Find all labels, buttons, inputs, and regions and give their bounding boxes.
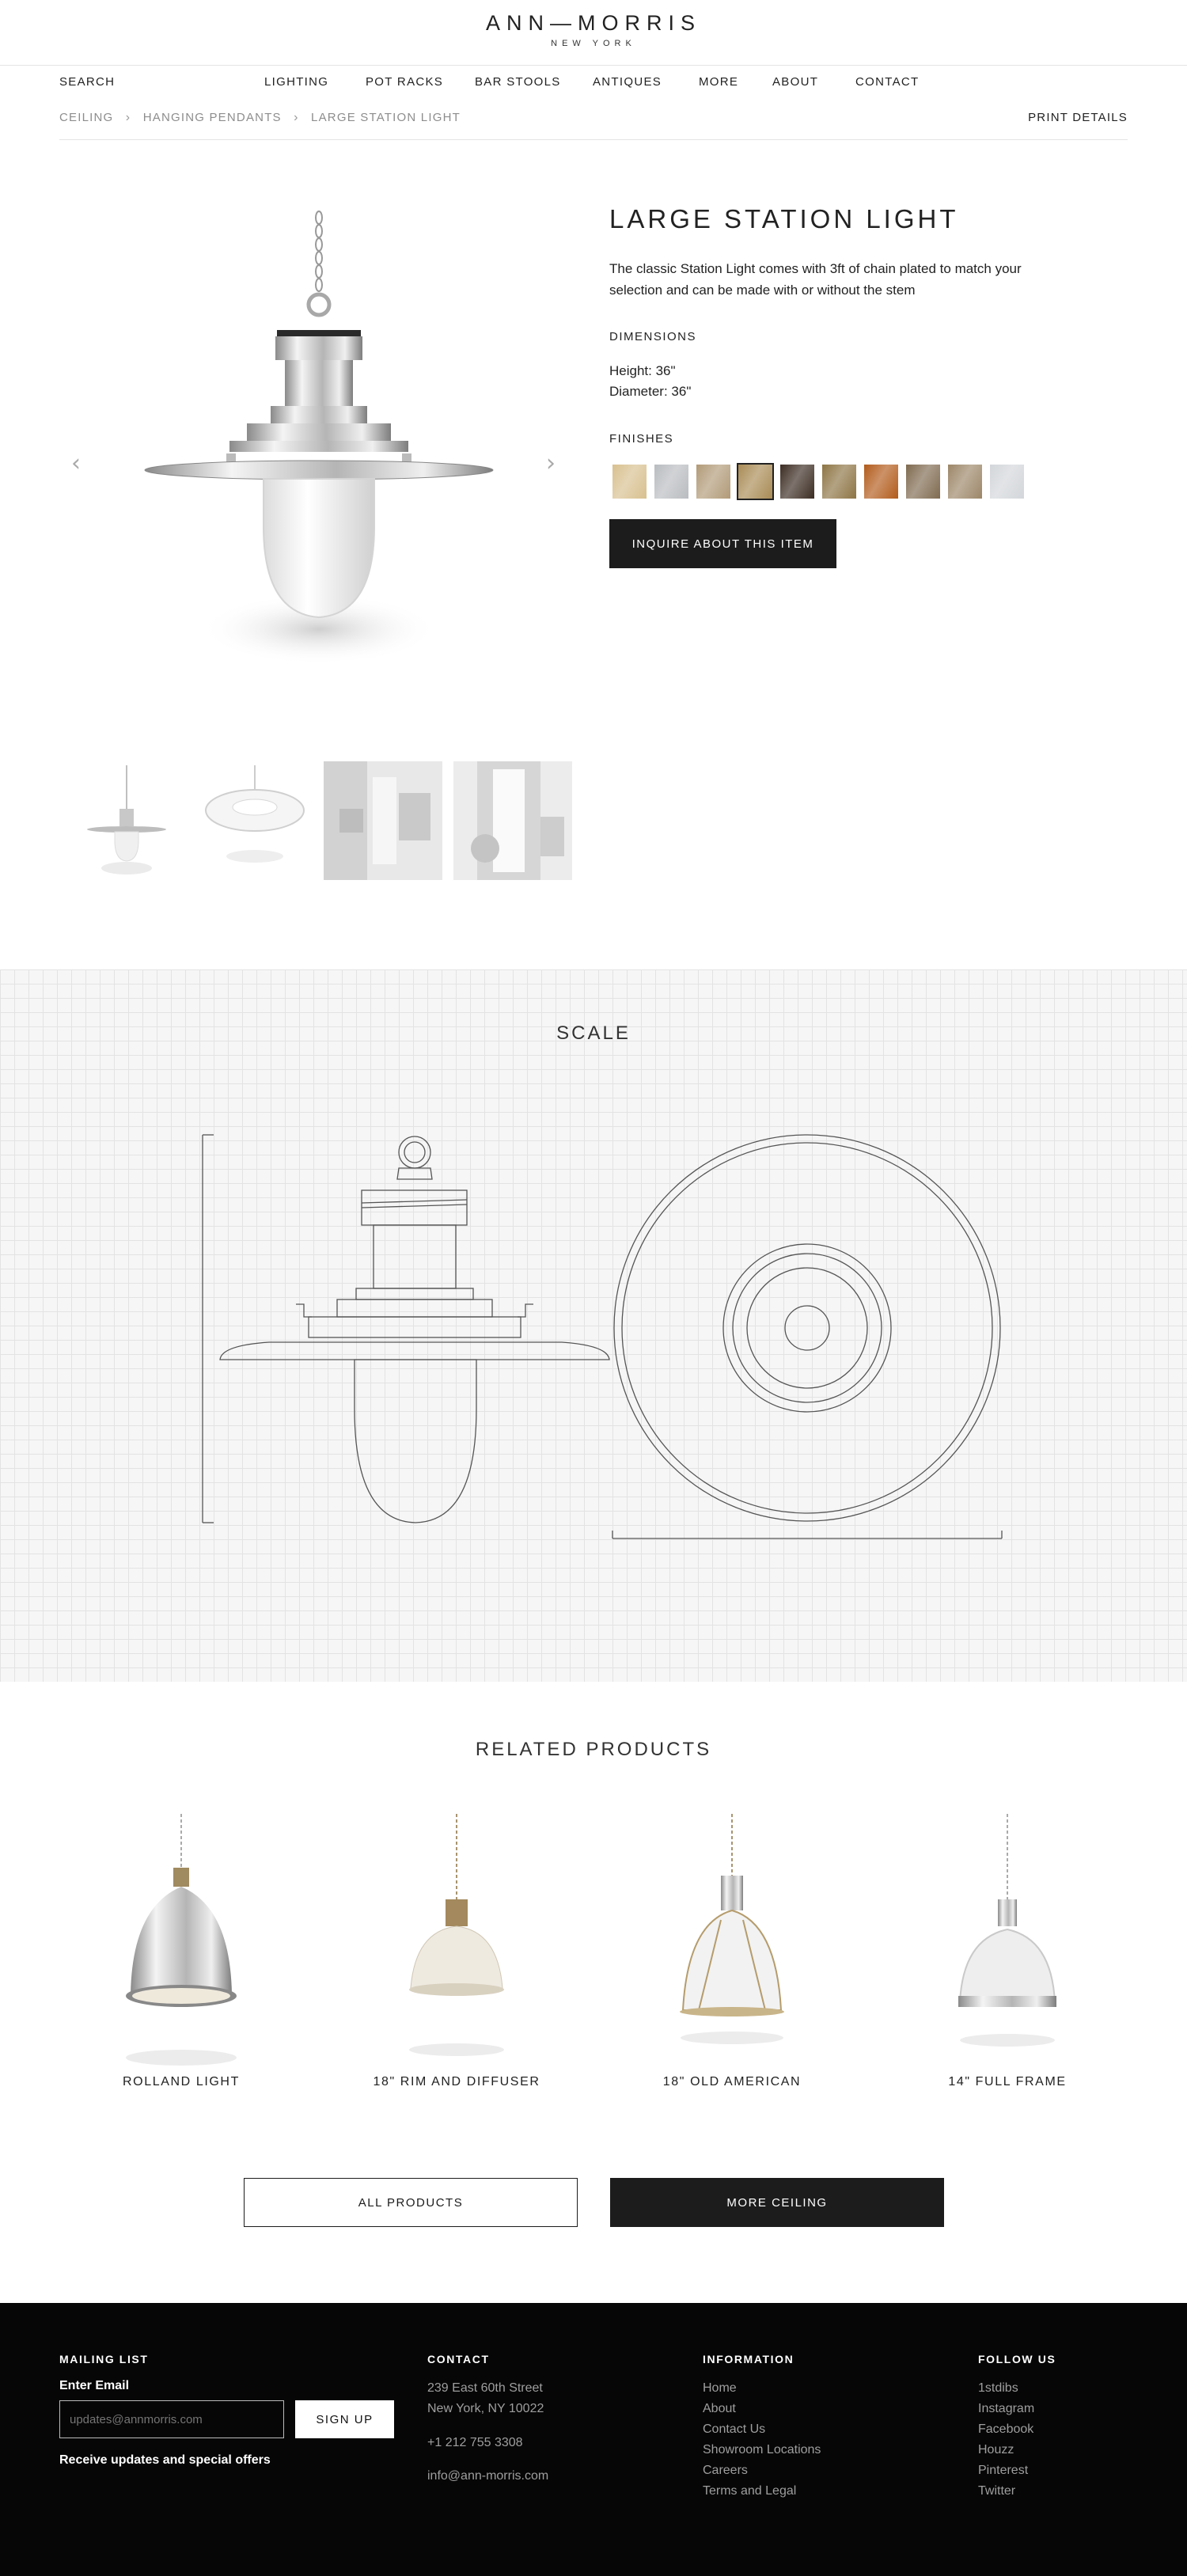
social-link-facebook[interactable]: Facebook bbox=[978, 2419, 1033, 2440]
related-product-image-3[interactable] bbox=[594, 1812, 870, 2066]
social-link-pinterest[interactable]: Pinterest bbox=[978, 2460, 1028, 2481]
related-product-name-2[interactable]: 18" RIM AND DIFFUSER bbox=[319, 2075, 594, 2089]
chevron-right-icon: › bbox=[294, 111, 299, 124]
thumbnail-1[interactable] bbox=[67, 761, 186, 880]
product-main-image bbox=[63, 166, 578, 720]
chevron-left-icon[interactable]: ‹ bbox=[71, 450, 81, 477]
nav-item-pot-racks[interactable]: POT RACKS bbox=[366, 75, 443, 89]
sign-up-button[interactable]: SIGN UP bbox=[295, 2400, 394, 2438]
email-label: Enter Email bbox=[59, 2379, 130, 2392]
social-link-houzz[interactable]: Houzz bbox=[978, 2440, 1014, 2460]
breadcrumb-hanging-pendants[interactable]: HANGING PENDANTS bbox=[143, 111, 282, 124]
more-ceiling-button[interactable]: MORE CEILING bbox=[610, 2178, 944, 2227]
all-products-button[interactable]: ALL PRODUCTS bbox=[244, 2178, 578, 2227]
product-description: The classic Station Light comes with 3ft… bbox=[609, 261, 1022, 298]
nav-item-more[interactable]: MORE bbox=[699, 75, 738, 89]
nav-item-contact[interactable]: CONTACT bbox=[855, 75, 919, 89]
nav-item-bar-stools[interactable]: BAR STOOLS bbox=[475, 75, 561, 89]
print-details-link[interactable]: PRINT DETAILS bbox=[1028, 111, 1128, 124]
information-heading: INFORMATION bbox=[703, 2353, 794, 2365]
footer-link-terms[interactable]: Terms and Legal bbox=[703, 2481, 796, 2502]
brand-tagline: NEW YORK bbox=[551, 39, 636, 48]
height-value: Height: 36" bbox=[609, 363, 676, 378]
footer-link-about[interactable]: About bbox=[703, 2399, 736, 2419]
related-product-image-2[interactable] bbox=[319, 1812, 594, 2066]
related-product-name-1[interactable]: ROLLAND LIGHT bbox=[44, 2075, 319, 2089]
dimensions-label: DIMENSIONS bbox=[609, 330, 697, 343]
finishes-label: FINISHES bbox=[609, 432, 674, 446]
related-product-name-4[interactable]: 14" FULL FRAME bbox=[870, 2075, 1145, 2089]
footer-link-contact-us[interactable]: Contact Us bbox=[703, 2419, 765, 2440]
contact-address-line-2: New York, NY 10022 bbox=[427, 2402, 544, 2415]
footer-link-careers[interactable]: Careers bbox=[703, 2460, 748, 2481]
finish-swatch-5[interactable] bbox=[780, 465, 814, 499]
finish-swatch-2[interactable] bbox=[654, 465, 688, 499]
finish-swatch-10[interactable] bbox=[990, 465, 1024, 499]
brand-name: ANN—MORRIS bbox=[485, 11, 701, 35]
follow-us-heading: FOLLOW US bbox=[978, 2353, 1056, 2365]
contact-phone[interactable]: +1 212 755 3308 bbox=[427, 2433, 523, 2453]
related-product-name-3[interactable]: 18" OLD AMERICAN bbox=[594, 2075, 870, 2089]
site-logo[interactable]: ANN—MORRIS NEW YORK bbox=[0, 11, 1187, 48]
thumbnail-3[interactable] bbox=[324, 761, 442, 880]
finish-swatch-9[interactable] bbox=[948, 465, 982, 499]
breadcrumb: CEILING › HANGING PENDANTS › LARGE STATI… bbox=[59, 111, 468, 125]
diameter-value: Diameter: 36" bbox=[609, 384, 692, 399]
chevron-right-icon: › bbox=[125, 111, 131, 124]
mailing-list-heading: MAILING LIST bbox=[59, 2353, 149, 2365]
finish-swatch-1[interactable] bbox=[612, 465, 647, 499]
product-title: LARGE STATION LIGHT bbox=[609, 204, 959, 233]
finish-swatch-8[interactable] bbox=[906, 465, 940, 499]
thumbnail-4[interactable] bbox=[453, 761, 572, 880]
social-link-1stdibs[interactable]: 1stdibs bbox=[978, 2378, 1018, 2399]
nav-item-lighting[interactable]: LIGHTING bbox=[264, 75, 328, 89]
nav-search[interactable]: SEARCH bbox=[59, 75, 115, 89]
finish-swatch-4[interactable] bbox=[737, 463, 774, 500]
scale-drawing bbox=[190, 1124, 1029, 1551]
social-link-instagram[interactable]: Instagram bbox=[978, 2399, 1034, 2419]
breadcrumb-ceiling[interactable]: CEILING bbox=[59, 111, 113, 124]
mailing-note: Receive updates and special offers bbox=[59, 2453, 271, 2467]
contact-address-line-1: 239 East 60th Street bbox=[427, 2381, 543, 2395]
inquire-button[interactable]: INQUIRE ABOUT THIS ITEM bbox=[609, 519, 836, 568]
finish-swatch-3[interactable] bbox=[696, 465, 730, 499]
nav-item-antiques[interactable]: ANTIQUES bbox=[593, 75, 662, 89]
related-product-image-4[interactable] bbox=[870, 1812, 1145, 2066]
contact-email[interactable]: info@ann-morris.com bbox=[427, 2466, 548, 2487]
contact-heading: CONTACT bbox=[427, 2353, 490, 2365]
related-product-image-1[interactable] bbox=[44, 1812, 319, 2066]
nav-item-about[interactable]: ABOUT bbox=[772, 75, 818, 89]
main-nav: SEARCH LIGHTING POT RACKS BAR STOOLS ANT… bbox=[0, 65, 1187, 97]
footer-link-home[interactable]: Home bbox=[703, 2378, 737, 2399]
finish-swatch-7[interactable] bbox=[864, 465, 898, 499]
breadcrumb-current: LARGE STATION LIGHT bbox=[311, 111, 461, 124]
divider bbox=[59, 139, 1128, 140]
email-field[interactable] bbox=[59, 2400, 284, 2438]
thumbnail-2[interactable] bbox=[195, 761, 314, 880]
social-link-twitter[interactable]: Twitter bbox=[978, 2481, 1015, 2502]
scale-title: SCALE bbox=[556, 1022, 631, 1044]
finish-swatch-6[interactable] bbox=[822, 465, 856, 499]
related-products-title: RELATED PRODUCTS bbox=[475, 1739, 712, 1760]
footer-link-showroom-locations[interactable]: Showroom Locations bbox=[703, 2440, 821, 2460]
chevron-right-icon[interactable]: › bbox=[546, 450, 556, 477]
